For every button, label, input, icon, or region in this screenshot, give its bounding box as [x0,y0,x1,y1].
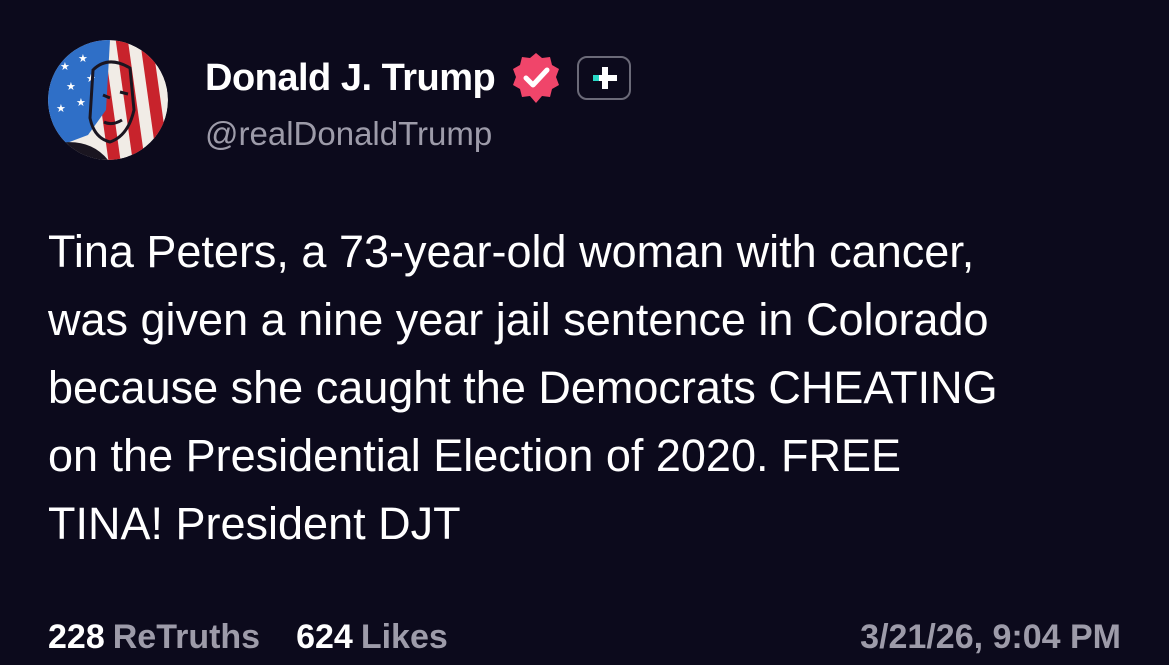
post-body-line: Tina Peters, a 73-year-old woman with ca… [48,226,975,277]
svg-text:★: ★ [56,102,66,115]
svg-text:★: ★ [66,80,76,93]
retruths-stat[interactable]: 228 ReTruths [48,618,260,657]
post-body-line: because she caught the Democrats CHEATIN… [48,362,998,413]
post-timestamp[interactable]: 3/21/26, 9:04 PM [860,618,1121,657]
retruths-label: ReTruths [112,618,261,656]
svg-text:★: ★ [78,52,88,65]
plus-badge-icon[interactable] [577,56,632,100]
flag-portrait-avatar-icon: ★ ★ ★ ★ ★ ★ [48,40,168,160]
retruths-count: 228 [48,618,105,656]
post-body-line: was given a nine year jail sentence in C… [48,294,989,345]
post-body-line: TINA! President DJT [48,498,461,549]
truth-post: ★ ★ ★ ★ ★ ★ Donald J. Trump @realDonaldT… [0,0,1169,665]
post-body: Tina Peters, a 73-year-old woman with ca… [48,218,1138,558]
post-footer: 228 ReTruths 624 Likes 3/21/26, 9:04 PM [48,618,1121,657]
svg-text:★: ★ [60,60,70,73]
likes-label: Likes [360,618,448,656]
post-body-line: on the Presidential Election of 2020. FR… [48,430,902,481]
likes-count: 624 [296,618,353,656]
verified-badge-icon [509,51,563,105]
author-avatar[interactable]: ★ ★ ★ ★ ★ ★ [48,40,168,160]
author-name-row: Donald J. Trump [205,50,632,106]
author-display-name[interactable]: Donald J. Trump [205,57,496,100]
likes-stat[interactable]: 624 Likes [296,618,448,657]
svg-text:★: ★ [76,96,86,109]
author-handle[interactable]: @realDonaldTrump [205,115,492,153]
